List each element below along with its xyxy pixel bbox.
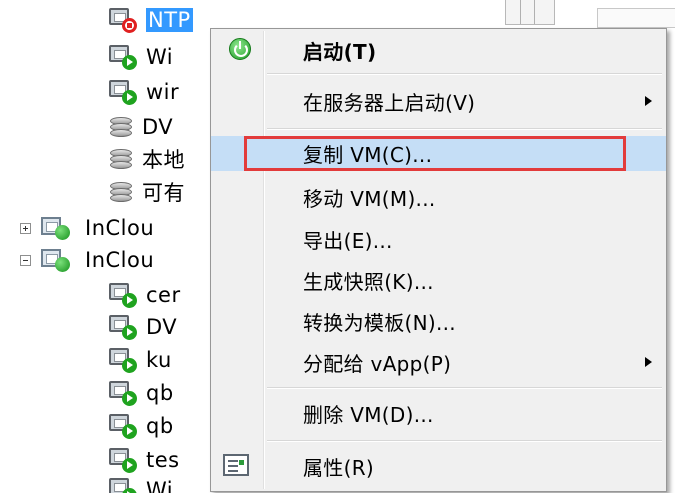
tree-item-label: InClou [85, 216, 155, 240]
vm-running-icon [108, 79, 138, 105]
tree-item-label: DV [146, 315, 178, 339]
vm-running-icon [108, 447, 138, 473]
datastore-icon [108, 114, 134, 140]
resource-tree: NTP Wi wir DV 本地 可有 InClou InClou cer DV [0, 0, 215, 493]
power-on-icon [229, 38, 251, 60]
menu-item-label: 复制 VM(C)... [303, 143, 433, 167]
tree-item-label: ku [146, 348, 172, 372]
tree-item-label: cer [146, 283, 181, 307]
tree-item-label: 本地 [142, 148, 185, 172]
menu-item-start-on-server[interactable]: 在服务器上启动(V) [211, 81, 666, 121]
tree-item-vm[interactable]: ku [108, 344, 172, 376]
tree-item-vm[interactable]: tes [108, 444, 180, 476]
menu-item-label: 导出(E)... [303, 228, 393, 253]
submenu-arrow-icon [645, 357, 652, 367]
tree-item-label: DV [142, 115, 174, 139]
tree-item-datastore[interactable]: DV [108, 111, 173, 143]
menu-separator [267, 128, 662, 130]
vm-running-icon [108, 44, 138, 70]
tree-item-label: Wi [146, 478, 174, 493]
tree-item-pool[interactable]: InClou [20, 244, 154, 276]
menu-item-delete-vm[interactable]: 删除 VM(D)... [211, 393, 666, 433]
tree-item-vm[interactable]: Wi [108, 41, 173, 73]
context-menu: 启动(T) 在服务器上启动(V) 复制 VM(C)... 移动 VM(M)...… [210, 28, 667, 492]
tree-item-label: Wi [146, 45, 174, 69]
menu-item-label: 属性(R) [303, 455, 375, 480]
menu-item-label: 启动(T) [303, 39, 377, 64]
column-header [505, 0, 555, 25]
datastore-icon [108, 179, 134, 205]
menu-separator [267, 387, 662, 389]
tree-item-label: tes [146, 448, 180, 472]
tree-item-vm[interactable]: Wi [108, 474, 173, 493]
menu-item-snapshot[interactable]: 生成快照(K)... [211, 260, 666, 300]
menu-item-convert-template[interactable]: 转换为模板(N)... [211, 301, 666, 341]
tree-item-vm[interactable]: wir [108, 76, 179, 108]
column-header [597, 8, 675, 28]
tree-item-label: wir [146, 80, 180, 104]
vm-running-icon [108, 413, 138, 439]
tree-item-label: NTP [146, 8, 193, 32]
tree-item-label: InClou [85, 248, 155, 272]
tree-item-label: qb [146, 414, 174, 438]
vm-running-icon [108, 282, 138, 308]
menu-separator [267, 440, 662, 442]
menu-item-label: 生成快照(K)... [303, 269, 434, 294]
vm-stopped-icon [108, 7, 138, 33]
menu-item-label: 转换为模板(N)... [303, 310, 456, 335]
tree-item-vm[interactable]: qb [108, 410, 174, 442]
tree-item-label: 可有 [142, 181, 185, 205]
expand-icon[interactable] [20, 222, 31, 234]
tree-item-label: qb [146, 381, 174, 405]
menu-item-label: 分配给 vApp(P) [303, 351, 452, 376]
menu-item-label: 在服务器上启动(V) [303, 90, 476, 115]
vm-running-icon [108, 347, 138, 373]
vm-running-icon [108, 380, 138, 406]
submenu-arrow-icon [645, 96, 652, 106]
properties-icon [223, 454, 249, 476]
tree-item-vm[interactable]: qb [108, 377, 174, 409]
datastore-icon [108, 146, 134, 172]
menu-item-assign-vapp[interactable]: 分配给 vApp(P) [211, 342, 666, 382]
menu-item-move-vm[interactable]: 移动 VM(M)... [211, 177, 666, 217]
tree-item-ntp[interactable]: NTP [108, 4, 193, 36]
menu-item-label: 移动 VM(M)... [303, 186, 436, 211]
tree-item-pool[interactable]: InClou [20, 212, 154, 244]
tree-item-vm[interactable]: DV [108, 311, 177, 343]
tree-item-datastore[interactable]: 本地 [108, 143, 185, 175]
tree-item-datastore[interactable]: 可有 [108, 176, 185, 208]
menu-item-label: 删除 VM(D)... [303, 402, 434, 427]
menu-item-start[interactable]: 启动(T) [211, 30, 666, 70]
vm-running-icon [108, 314, 138, 340]
menu-item-export[interactable]: 导出(E)... [211, 219, 666, 259]
menu-separator [267, 73, 662, 75]
tree-item-vm[interactable]: cer [108, 279, 181, 311]
collapse-icon[interactable] [20, 254, 31, 266]
vm-running-icon [108, 477, 138, 493]
menu-item-properties[interactable]: 属性(R) [211, 446, 666, 486]
resource-pool-icon [41, 247, 77, 273]
menu-item-copy-vm[interactable]: 复制 VM(C)... [211, 136, 666, 171]
resource-pool-icon [41, 215, 77, 241]
